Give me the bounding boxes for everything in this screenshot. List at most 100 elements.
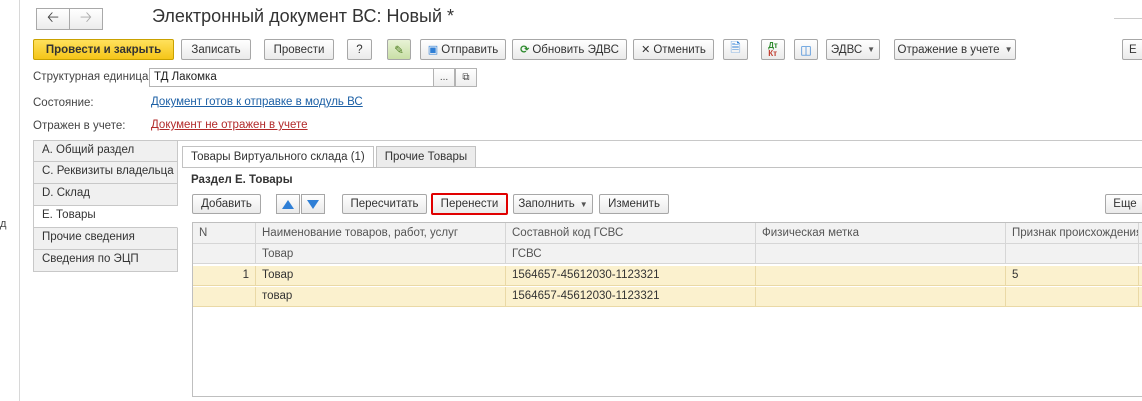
state-label: Состояние: — [33, 97, 94, 109]
refresh-edvs-label: Обновить ЭДВС — [532, 43, 619, 56]
transfer-label: Перенести — [440, 198, 499, 210]
chevron-down-icon: ▼ — [1004, 45, 1013, 54]
section-panel-border — [178, 140, 1142, 141]
column-header-mark[interactable]: Физическая метка — [756, 223, 1006, 244]
fill-label: Заполнить — [518, 198, 575, 210]
accounting-menu-button[interactable]: Отражение в учете ▼ — [894, 39, 1016, 60]
send-button[interactable]: ▣ Отправить — [420, 39, 506, 60]
table-row[interactable]: товар 1564657-45612030-1123321 — [193, 287, 1142, 307]
edit-label: Изменить — [608, 198, 660, 210]
cell-mark[interactable] — [756, 266, 1006, 286]
accounting-link[interactable]: Документ не отражен в учете — [151, 119, 308, 131]
open-icon: ⧉ — [462, 72, 470, 83]
post-and-close-label: Провести и закрыть — [45, 43, 162, 56]
column-header-origin[interactable]: Признак происхождения — [1006, 223, 1139, 244]
section-item-general[interactable]: А. Общий раздел — [33, 140, 178, 162]
arrow-left-icon: 🡠 — [46, 8, 60, 26]
help-label: ? — [356, 43, 363, 56]
refresh-icon: ⟳ — [520, 44, 530, 56]
accounting-label: Отражен в учете: — [33, 120, 126, 132]
unit-label: Структурная единица: — [33, 71, 152, 83]
back-button[interactable]: 🡠 — [36, 8, 70, 30]
save-label: Записать — [191, 43, 241, 56]
tab-divider — [182, 167, 1142, 168]
post-and-close-button[interactable]: Провести и закрыть — [33, 39, 174, 60]
goods-table[interactable]: N Наименование товаров, работ, услуг Сос… — [192, 222, 1142, 397]
post-button[interactable]: Провести — [264, 39, 334, 60]
subheader-origin — [1006, 244, 1139, 264]
chevron-down-icon: ▼ — [867, 45, 876, 54]
cell-n: 1 — [193, 266, 256, 286]
table-row[interactable]: 1 Товар 1564657-45612030-1123321 5 — [193, 266, 1142, 286]
transfer-button[interactable]: Перенести — [431, 193, 508, 215]
subheader-code[interactable]: ГСВС — [506, 244, 756, 264]
recalculate-button[interactable]: Пересчитать — [342, 194, 427, 214]
cancel-label: Отменить — [653, 43, 706, 56]
nav-buttons: 🡠 🡢 — [36, 8, 103, 30]
table-subheader-row: Товар ГСВС — [193, 244, 1142, 264]
post-label: Провести — [273, 43, 325, 56]
cancel-button[interactable]: ✕ Отменить — [633, 39, 714, 60]
cell-code[interactable]: 1564657-45612030-1123321 — [506, 287, 756, 307]
forward-button[interactable]: 🡢 — [69, 8, 103, 30]
cell-n — [193, 287, 256, 307]
subheader-name[interactable]: Товар — [256, 244, 506, 264]
send-icon: ▣ — [427, 44, 439, 56]
page-title: Электронный документ ВС: Новый * — [152, 6, 455, 26]
tab-other-goods[interactable]: Прочие Товары — [375, 146, 477, 168]
dt-kt-icon: Дт Кт — [768, 40, 778, 58]
unit-input[interactable]: ТД Лакомка — [149, 68, 453, 87]
column-header-name[interactable]: Наименование товаров, работ, услуг — [256, 223, 506, 244]
tab-virtual-warehouse[interactable]: Товары Виртуального склада (1) — [182, 146, 374, 168]
more-button[interactable]: Е — [1122, 39, 1142, 60]
structure-button[interactable]: ◫ — [794, 39, 818, 60]
dt-kt-button[interactable]: Дт Кт — [761, 39, 785, 60]
cell-name[interactable]: Товар — [256, 266, 506, 286]
recalculate-label: Пересчитать — [350, 198, 419, 210]
unit-open-button[interactable]: ⧉ — [455, 68, 477, 87]
move-up-button[interactable] — [276, 194, 300, 214]
section-title: Раздел Е. Товары — [191, 174, 293, 186]
fill-menu-button[interactable]: Заполнить ▼ — [513, 194, 593, 214]
section-item-goods[interactable]: Е. Товары — [33, 206, 178, 228]
arrow-down-icon — [307, 199, 319, 209]
cell-mark[interactable] — [756, 287, 1006, 307]
close-icon: ✕ — [641, 44, 651, 56]
save-button[interactable]: Записать — [181, 39, 251, 60]
pencil-icon: ✎ — [394, 44, 404, 57]
edvs-menu-button[interactable]: ЭДВС ▼ — [826, 39, 880, 60]
cell-origin[interactable]: 5 — [1006, 266, 1139, 286]
cell-code[interactable]: 1564657-45612030-1123321 — [506, 266, 756, 286]
sections-list: А. Общий раздел С. Реквизиты владельца D… — [33, 140, 178, 272]
help-button[interactable]: ? — [347, 39, 372, 60]
more-label: Е — [1129, 43, 1137, 56]
section-item-warehouse[interactable]: D. Склад — [33, 184, 178, 206]
edit-button[interactable]: Изменить — [599, 194, 669, 214]
left-panel-edge: д — [0, 0, 20, 401]
section-item-signature[interactable]: Сведения по ЭЦП — [33, 250, 178, 272]
section-item-owner[interactable]: С. Реквизиты владельца — [33, 162, 178, 184]
document-window: 🡠 🡢 Электронный документ ВС: Новый * Про… — [21, 0, 1142, 401]
document-icon: 🗎 — [730, 39, 741, 55]
goods-tabs: Товары Виртуального склада (1) Прочие То… — [182, 146, 477, 168]
add-button[interactable]: Добавить — [192, 194, 261, 214]
arrow-right-icon: 🡢 — [79, 8, 93, 26]
column-header-n[interactable]: N — [193, 223, 256, 244]
edvs-menu-label: ЭДВС — [830, 43, 863, 56]
unit-select-button[interactable]: ... — [433, 68, 455, 87]
refresh-edvs-button[interactable]: ⟳ Обновить ЭДВС — [512, 39, 627, 60]
title-divider — [1114, 18, 1142, 19]
column-header-code[interactable]: Составной код ГСВС — [506, 223, 756, 244]
edit-mode-button[interactable]: ✎ — [387, 39, 411, 60]
structure-icon: ◫ — [800, 42, 812, 57]
cell-name[interactable]: товар — [256, 287, 506, 307]
cell-origin[interactable] — [1006, 287, 1139, 307]
print-button[interactable]: 🗎 — [723, 39, 748, 60]
table-more-button[interactable]: Еще — [1105, 194, 1142, 214]
arrow-up-icon — [282, 199, 294, 209]
state-link[interactable]: Документ готов к отправке в модуль ВС — [151, 96, 363, 108]
section-item-other[interactable]: Прочие сведения — [33, 228, 178, 250]
move-down-button[interactable] — [301, 194, 325, 214]
left-edge-text: д — [0, 218, 7, 230]
chevron-down-icon: ▼ — [579, 199, 588, 209]
